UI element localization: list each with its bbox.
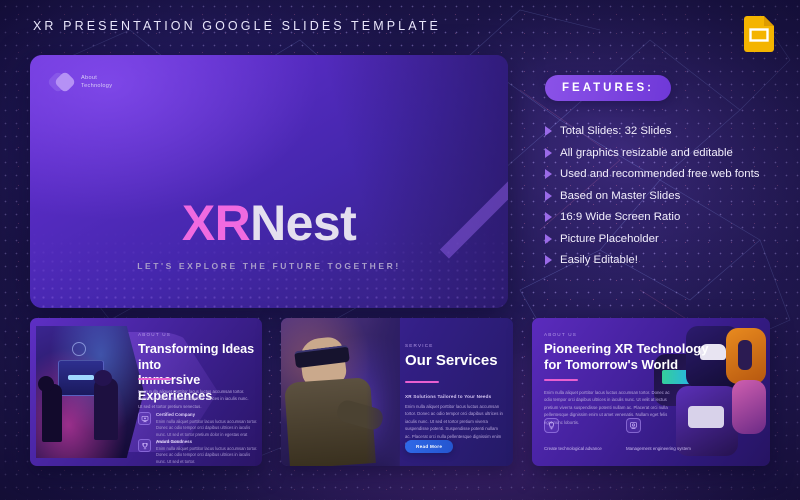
list-item: Total Slides: 32 Slides: [545, 125, 795, 137]
diamond-logo-mark: [46, 70, 77, 94]
thumb1-feature-title: Certified Company: [156, 412, 196, 417]
list-item: 16:9 Wide Screen Ratio: [545, 211, 795, 223]
feature-label: Used and recommended free web fonts: [560, 168, 760, 180]
hero-logo-text: About Technology: [81, 74, 112, 91]
lightbulb-icon: [544, 418, 559, 433]
list-item: Picture Placeholder: [545, 233, 795, 245]
trophy-icon: [138, 439, 151, 452]
thumb1-feature-block: Award Goodness Enim nulla aliquet portti…: [138, 439, 260, 466]
hero-logo: About Technology: [46, 70, 112, 94]
triangle-bullet-icon: [545, 190, 552, 201]
triangle-bullet-icon: [545, 126, 552, 136]
thumb3-title: Pioneering XR Technology for Tomorrow's …: [544, 341, 708, 374]
hero-tagline: LET'S EXPLORE THE FUTURE TOGETHER!: [137, 261, 401, 271]
hero-slide-preview[interactable]: About Technology XRNest LET'S EXPLORE TH…: [30, 55, 508, 308]
hero-title-accent: XR: [181, 195, 251, 251]
thumb1-feature-text: Enim nulla aliquet porttitor lacus luctu…: [156, 445, 258, 465]
feature-label: 16:9 Wide Screen Ratio: [560, 211, 681, 223]
certificate-icon: [138, 412, 151, 425]
triangle-bullet-icon: [545, 255, 552, 265]
page-title: XR PRESENTATION GOOGLE SLIDES TEMPLATE: [33, 19, 441, 33]
thumb3-caption-text: Management engineering system: [626, 446, 691, 451]
hero-title: XRNest: [30, 198, 508, 248]
features-badge: FEATURES:: [545, 75, 671, 101]
slide-thumbnail-pioneering[interactable]: ABOUT US Pioneering XR Technology for To…: [532, 318, 770, 466]
thumb2-divider: [405, 381, 439, 383]
slide-thumbnail-about[interactable]: ABOUT US Transforming Ideas into Immersi…: [30, 318, 262, 466]
slide-thumbnail-services[interactable]: SERVICE Our Services XR Solutions Tailor…: [281, 318, 513, 466]
header-bar: XR PRESENTATION GOOGLE SLIDES TEMPLATE: [0, 0, 800, 52]
thumb3-divider: [544, 379, 578, 381]
thumb1-photo: [36, 326, 144, 458]
list-item: Easily Editable!: [545, 254, 795, 266]
features-panel: FEATURES: Total Slides: 32 Slides All gr…: [545, 75, 795, 276]
thumb2-subheading: XR Solutions Tailored to Your Needs: [405, 394, 492, 399]
feature-label: Easily Editable!: [560, 254, 638, 266]
thumb2-title: Our Services: [405, 352, 498, 369]
feature-label: Total Slides: 32 Slides: [560, 125, 672, 137]
thumb1-divider: [138, 378, 172, 380]
feature-label: Based on Master Slides: [560, 189, 681, 202]
thumb2-photo: [281, 318, 400, 466]
feature-label: All graphics resizable and editable: [560, 146, 733, 159]
list-item: Based on Master Slides: [545, 190, 795, 202]
thumb3-caption-block: Create technological advance: [544, 418, 618, 455]
triangle-bullet-icon: [545, 147, 552, 158]
thumb3-title-line2: for Tomorrow's World: [544, 357, 679, 373]
logo-line-2: Technology: [81, 83, 113, 89]
thumb3-title-line1: Pioneering XR Technology: [544, 341, 709, 356]
features-list: Total Slides: 32 Slides All graphics res…: [545, 125, 795, 266]
triangle-bullet-icon: [545, 169, 552, 179]
triangle-bullet-icon: [545, 233, 552, 244]
hero-title-rest: Nest: [250, 195, 357, 251]
thumb2-label: SERVICE: [405, 343, 434, 348]
gear-engineering-icon: [626, 418, 641, 433]
logo-line-1: About: [81, 74, 98, 81]
triangle-bullet-icon: [545, 212, 552, 222]
thumb1-label: ABOUT US: [138, 332, 171, 337]
feature-label: Picture Placeholder: [560, 232, 659, 245]
read-more-button[interactable]: Read More: [405, 440, 454, 453]
list-item: All graphics resizable and editable: [545, 147, 795, 159]
thumb1-body: Enim nulla aliquet porttitor lacus luctu…: [138, 389, 249, 409]
thumb1-title-line1: Transforming Ideas into: [138, 342, 255, 372]
list-item: Used and recommended free web fonts: [545, 168, 795, 180]
thumb3-label: ABOUT US: [544, 332, 577, 337]
thumb3-caption-block: Management engineering system: [626, 418, 700, 455]
thumb1-feature-title: Award Goodness: [156, 439, 193, 444]
thumb3-caption-text: Create technological advance: [544, 446, 602, 451]
google-slides-icon[interactable]: [744, 16, 774, 52]
